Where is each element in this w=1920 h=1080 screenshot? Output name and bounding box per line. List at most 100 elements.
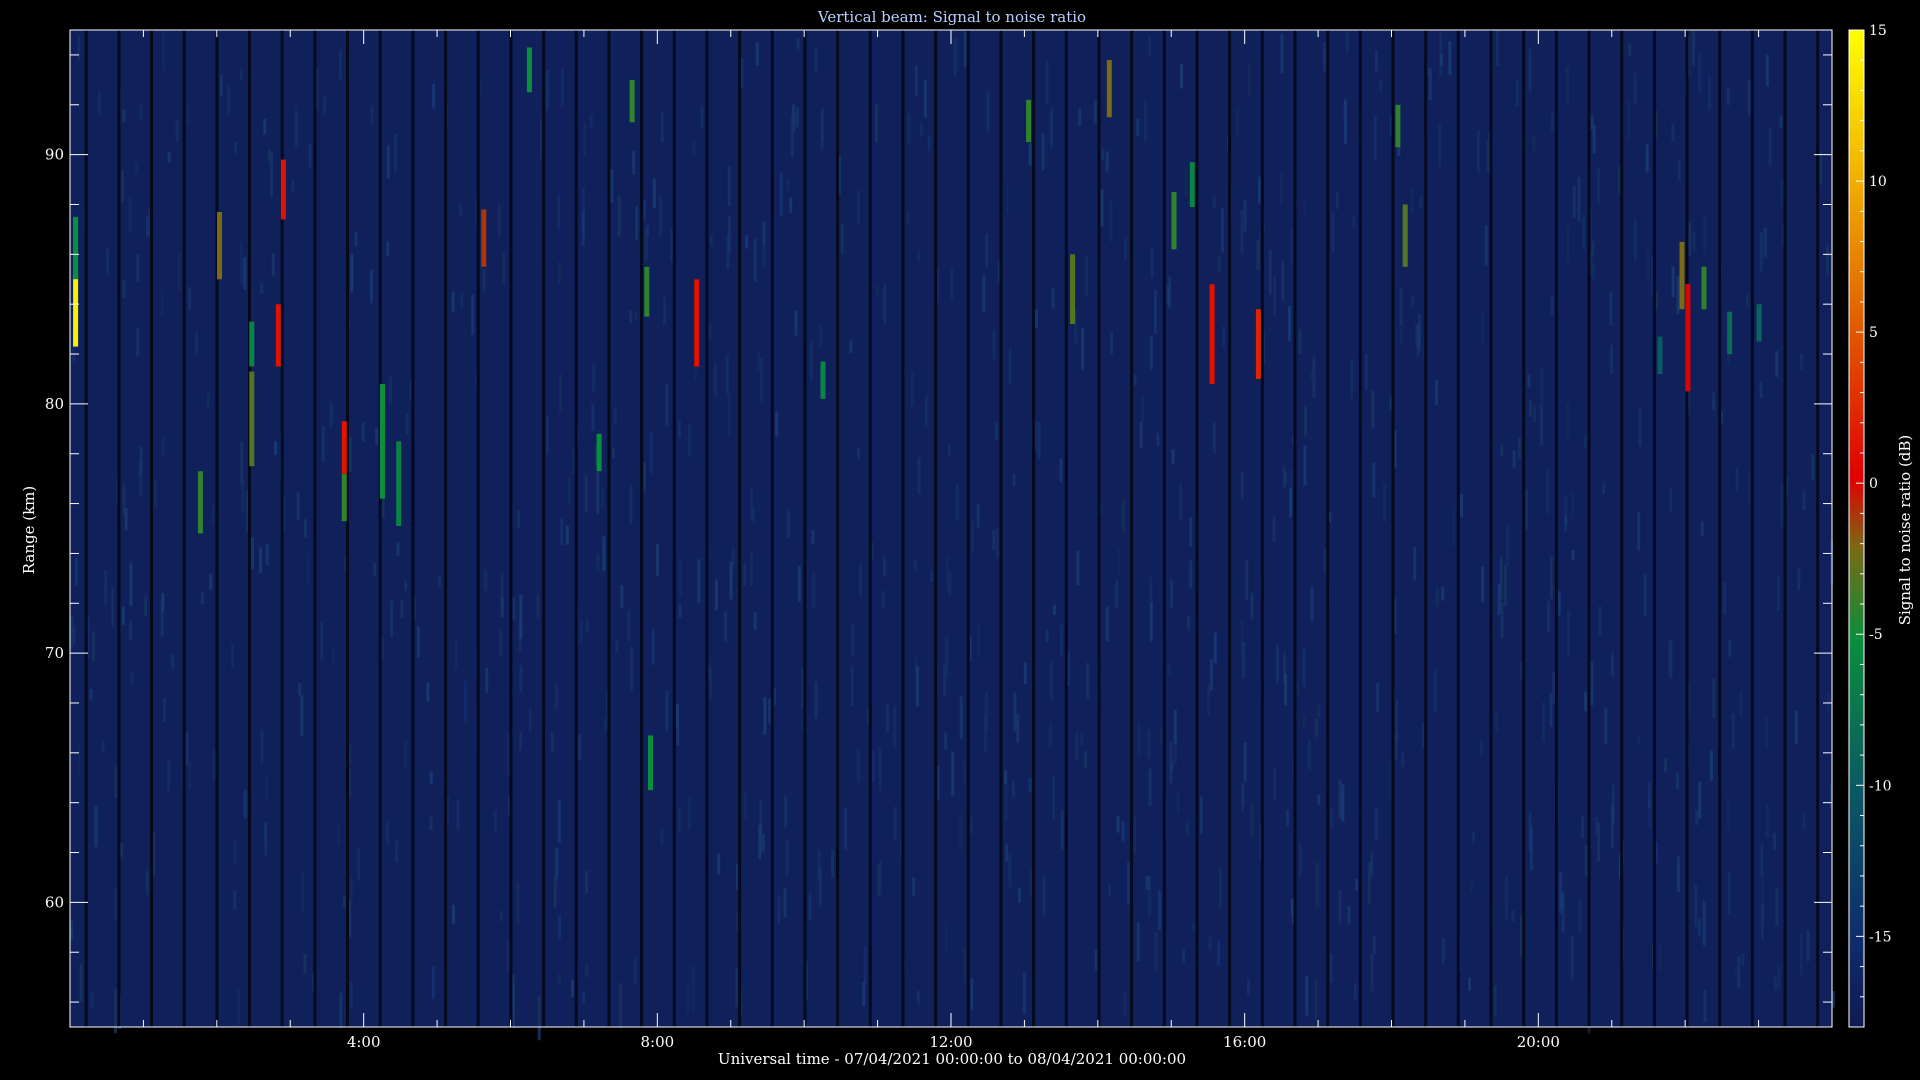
noise-streak (219, 74, 223, 97)
noise-streak (1598, 606, 1602, 637)
data-gap (672, 30, 676, 1027)
noise-streak (124, 508, 128, 531)
noise-streak (1435, 587, 1439, 607)
noise-streak (1765, 804, 1769, 838)
data-gap (836, 30, 840, 1027)
x-axis-label: Universal time - 07/04/2021 00:00:00 to … (718, 1050, 1186, 1068)
data-gap (738, 30, 742, 1027)
noise-streak (1504, 565, 1507, 606)
noise-streak (135, 161, 139, 175)
noise-streak (206, 393, 210, 408)
noise-streak (1117, 547, 1121, 574)
noise-streak (485, 667, 489, 693)
noise-streak (1497, 584, 1501, 616)
noise-streak (1712, 392, 1716, 411)
noise-streak (1676, 276, 1680, 314)
noise-streak (629, 484, 633, 525)
noise-streak (1370, 852, 1374, 876)
noise-streak (320, 622, 324, 661)
echo-mark (1701, 266, 1707, 310)
noise-streak (924, 395, 928, 426)
noise-streak (1303, 445, 1307, 486)
noise-streak (1133, 374, 1137, 386)
noise-streak (1745, 294, 1749, 307)
data-gap (182, 30, 186, 1027)
noise-streak (1060, 810, 1064, 851)
noise-streak (188, 760, 192, 789)
noise-streak (874, 104, 878, 143)
noise-streak (1012, 474, 1016, 487)
noise-streak (1085, 255, 1089, 298)
noise-streak (1694, 885, 1698, 927)
noise-streak (907, 113, 911, 145)
noise-streak (913, 560, 917, 572)
noise-streak (357, 847, 361, 881)
data-gap (640, 30, 644, 1027)
noise-streak (943, 664, 947, 697)
noise-streak (1698, 53, 1702, 94)
noise-streak (1093, 100, 1097, 124)
noise-streak (1460, 494, 1464, 518)
noise-streak (74, 557, 78, 586)
noise-streak (1144, 100, 1147, 143)
noise-streak (1671, 123, 1675, 142)
noise-streak (784, 795, 788, 828)
noise-streak (1564, 516, 1568, 532)
noise-streak (195, 332, 199, 355)
noise-streak (1209, 659, 1213, 691)
data-gap (1097, 30, 1101, 1027)
noise-streak (678, 604, 682, 618)
noise-streak (679, 559, 683, 598)
noise-streak (950, 266, 954, 302)
noise-streak (735, 967, 739, 1008)
echo-mark (380, 383, 385, 499)
noise-streak (633, 956, 637, 985)
noise-streak (1101, 148, 1105, 161)
echo-mark (1070, 254, 1076, 325)
noise-streak (927, 135, 931, 151)
noise-streak (789, 197, 793, 213)
noise-streak (1802, 490, 1806, 511)
noise-streak (1347, 905, 1351, 925)
data-gap (1032, 30, 1036, 1027)
noise-streak (585, 619, 589, 633)
noise-streak (482, 268, 486, 293)
noise-streak (484, 569, 488, 591)
noise-streak (1780, 178, 1784, 207)
noise-streak (70, 920, 74, 941)
y-tick-label: 90 (45, 146, 64, 164)
noise-streak (129, 563, 133, 606)
noise-streak (394, 840, 398, 862)
noise-streak (601, 488, 605, 509)
noise-streak (982, 275, 986, 313)
noise-streak (342, 895, 346, 908)
noise-streak (1330, 808, 1334, 830)
noise-streak (893, 807, 897, 840)
noise-streak (558, 373, 562, 413)
colorbar-tick-label: -15 (1869, 929, 1892, 945)
data-gap (150, 30, 153, 1027)
noise-streak (1312, 356, 1316, 398)
noise-streak (985, 233, 989, 268)
noise-streak (1379, 80, 1383, 92)
noise-streak (144, 595, 148, 617)
noise-streak (160, 289, 164, 318)
noise-streak (750, 487, 754, 520)
noise-streak (1376, 682, 1380, 712)
noise-streak (1156, 432, 1160, 446)
noise-streak (1604, 708, 1608, 745)
echo-mark (1106, 59, 1112, 118)
noise-streak (1013, 692, 1017, 732)
noise-streak (916, 991, 920, 1004)
noise-streak (1700, 521, 1704, 537)
noise-streak (1250, 803, 1254, 837)
noise-streak (969, 817, 973, 834)
noise-streak (1247, 978, 1250, 996)
noise-streak (1158, 890, 1161, 931)
noise-streak (1150, 247, 1154, 278)
noise-streak (745, 235, 748, 249)
noise-streak (1780, 482, 1784, 528)
echo-mark (249, 371, 255, 467)
noise-streak (1331, 213, 1335, 252)
noise-streak (1529, 826, 1533, 871)
